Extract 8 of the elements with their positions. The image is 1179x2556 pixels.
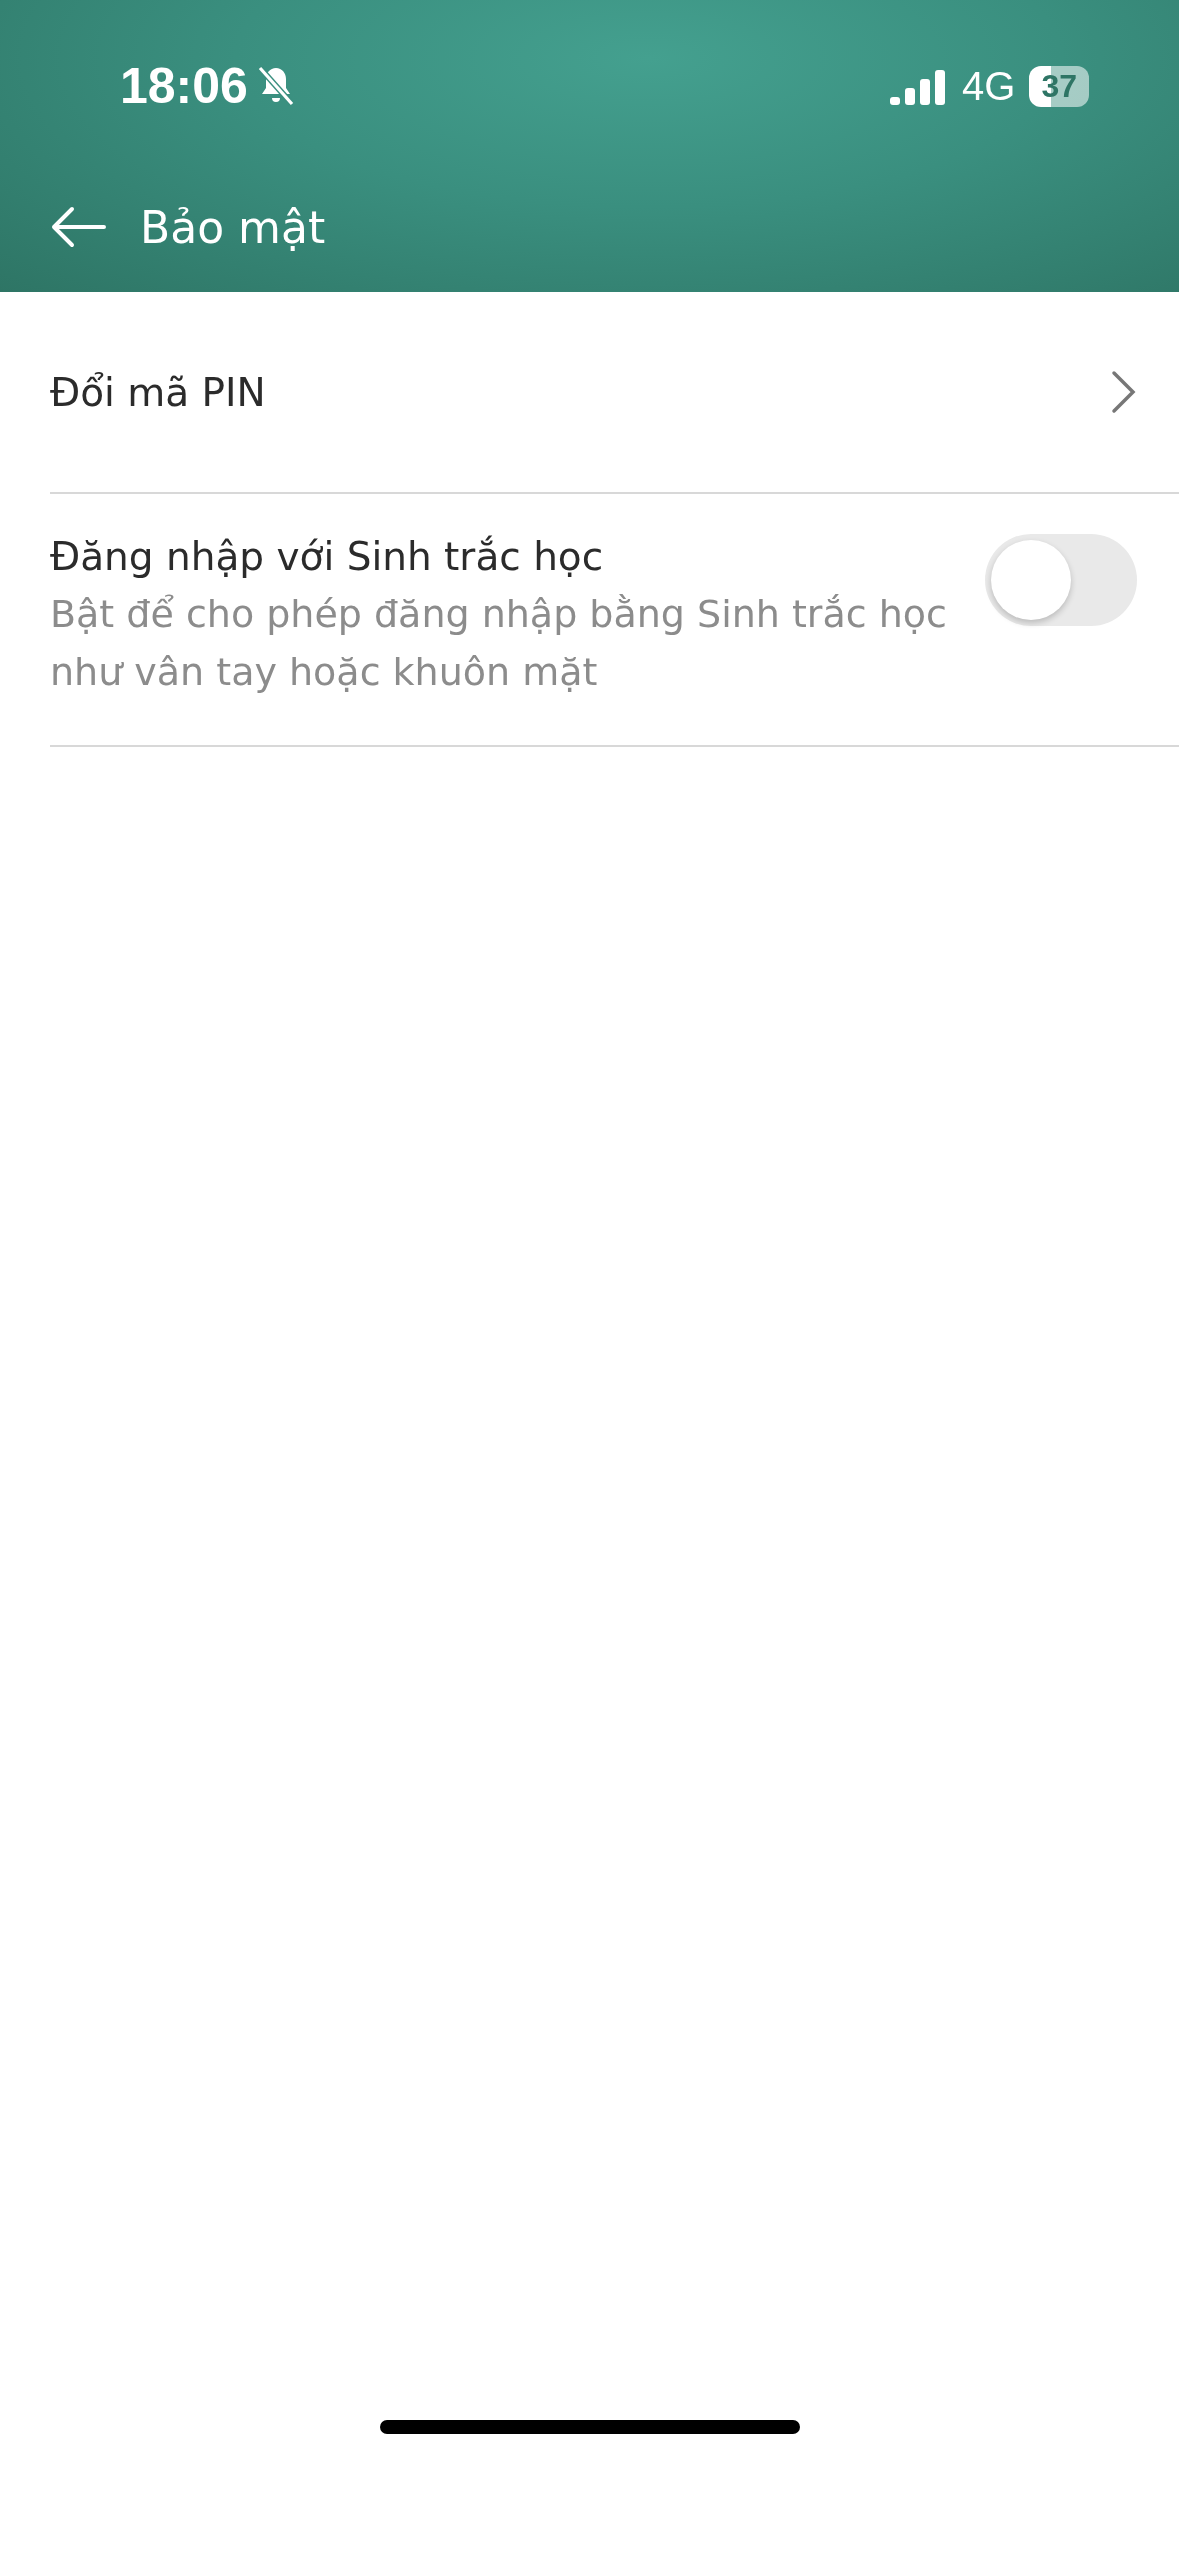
network-label: 4G [962, 63, 1016, 109]
chevron-right-icon [1111, 370, 1137, 414]
back-arrow-icon[interactable] [50, 205, 106, 249]
status-time: 18:06 [120, 57, 248, 115]
page-title: Bảo mật [140, 201, 326, 253]
setting-description: Bật để cho phép đăng nhập bằng Sinh trắc học như vân tay hoặc khuôn mặt [50, 591, 948, 696]
setting-title: Đăng nhập với Sinh trắc học [50, 534, 605, 579]
menu-item[interactable]: Đổi mã PIN [50, 369, 1111, 415]
